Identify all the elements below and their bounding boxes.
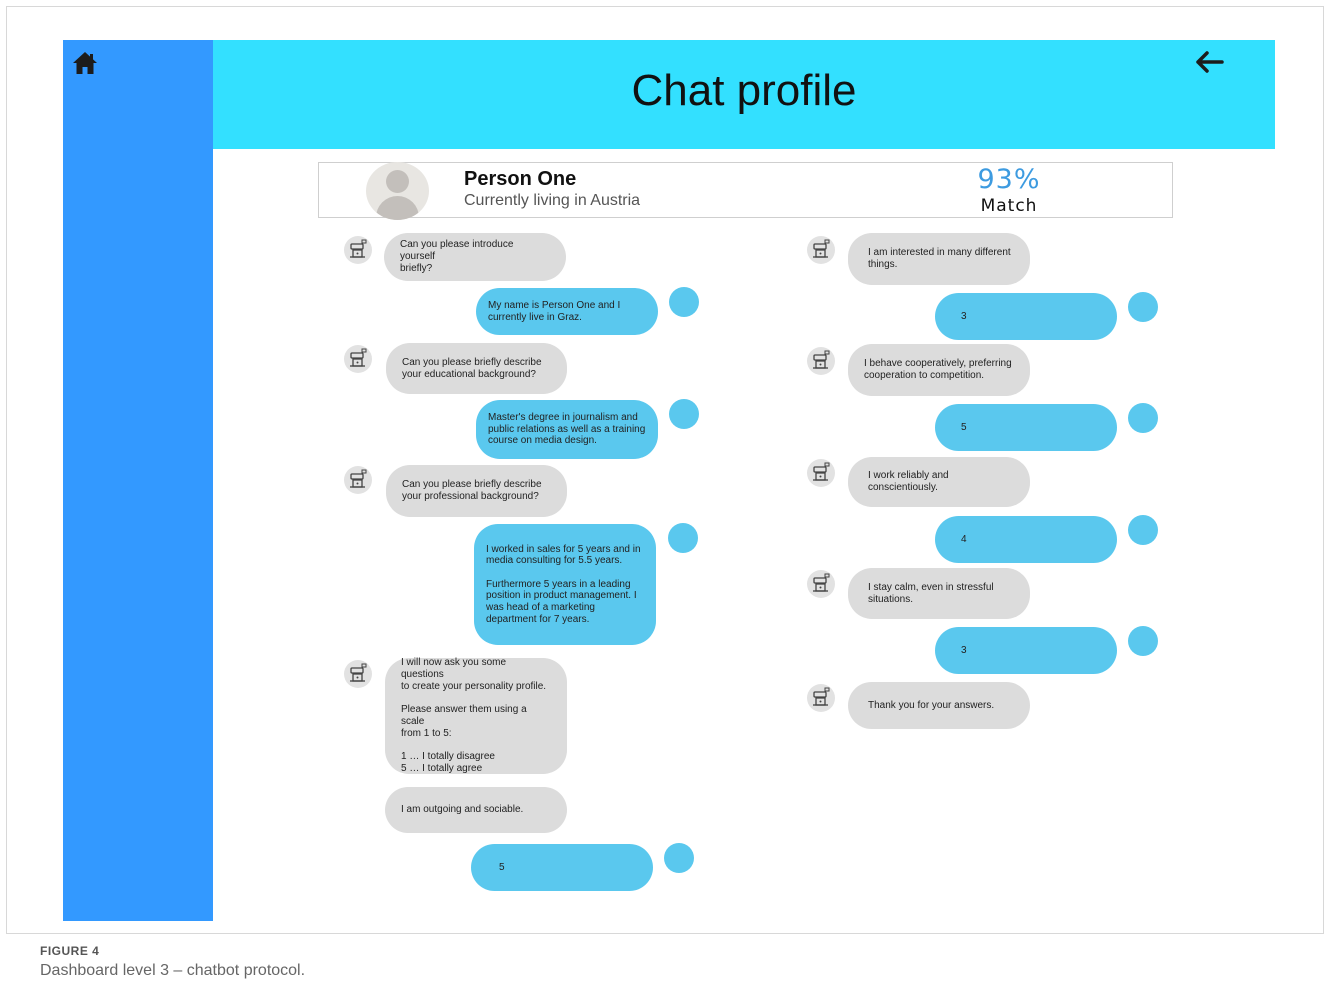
bot-message: Thank you for your answers.: [848, 682, 1030, 729]
robot-icon: [813, 239, 830, 258]
profile-name: Person One: [464, 168, 577, 190]
bot-message: Can you please introduce yourself briefl…: [384, 233, 566, 281]
bot-avatar: [344, 660, 372, 688]
user-avatar: [669, 399, 699, 429]
user-avatar: [1128, 403, 1158, 433]
figure-label: FIGURE 4: [40, 944, 100, 958]
home-icon: [73, 52, 97, 74]
bot-avatar: [344, 236, 372, 264]
profile-card: Person One Currently living in Austria 9…: [318, 162, 1173, 220]
bot-message: I am outgoing and sociable.: [385, 787, 567, 833]
robot-icon: [813, 687, 830, 706]
user-message: Master's degree in journalism and public…: [476, 400, 658, 459]
robot-icon: [813, 350, 830, 369]
match-percent: 93%: [977, 164, 1041, 195]
bot-message: Can you please briefly describe your edu…: [386, 343, 567, 394]
robot-icon: [813, 573, 830, 592]
user-avatar: [1128, 515, 1158, 545]
match-label: Match: [980, 196, 1038, 216]
home-button[interactable]: [72, 50, 98, 76]
robot-icon: [350, 348, 367, 367]
page-title: Chat profile: [631, 66, 857, 115]
robot-icon: [350, 663, 367, 682]
bot-message: I behave cooperatively, preferring coope…: [848, 344, 1030, 396]
user-message: My name is Person One and I currently li…: [476, 288, 658, 335]
arrow-left-icon: [1196, 51, 1224, 73]
bot-avatar: [807, 347, 835, 375]
figure-caption: Dashboard level 3 – chatbot protocol.: [40, 962, 306, 979]
bot-message: I work reliably and conscientiously.: [848, 457, 1030, 507]
user-avatar: [1128, 292, 1158, 322]
user-message: 5: [471, 844, 653, 891]
bot-message: I am interested in many different things…: [848, 233, 1030, 285]
bot-avatar: [344, 345, 372, 373]
avatar: [366, 162, 429, 220]
user-message: I worked in sales for 5 years and in med…: [474, 524, 656, 645]
user-avatar: [1128, 626, 1158, 656]
robot-icon: [813, 462, 830, 481]
bot-avatar: [807, 236, 835, 264]
bot-message: I will now ask you some questions to cre…: [385, 657, 567, 774]
robot-icon: [350, 469, 367, 488]
sidebar: [63, 40, 213, 921]
user-avatar: [664, 843, 694, 873]
profile-location: Currently living in Austria: [464, 192, 641, 209]
header-bar: Chat profile: [213, 40, 1275, 149]
bot-avatar: [807, 684, 835, 712]
user-message: 4: [935, 516, 1117, 563]
user-message: 5: [935, 404, 1117, 451]
user-avatar: [669, 287, 699, 317]
bot-avatar: [807, 570, 835, 598]
bot-message: Can you please briefly describe your pro…: [386, 465, 567, 517]
user-message: 3: [935, 627, 1117, 674]
user-message: 3: [935, 293, 1117, 340]
robot-icon: [350, 239, 367, 258]
bot-avatar: [807, 459, 835, 487]
bot-message: I stay calm, even in stressful situation…: [848, 568, 1030, 619]
back-button[interactable]: [1195, 50, 1225, 74]
bot-avatar: [344, 466, 372, 494]
user-avatar: [668, 523, 698, 553]
